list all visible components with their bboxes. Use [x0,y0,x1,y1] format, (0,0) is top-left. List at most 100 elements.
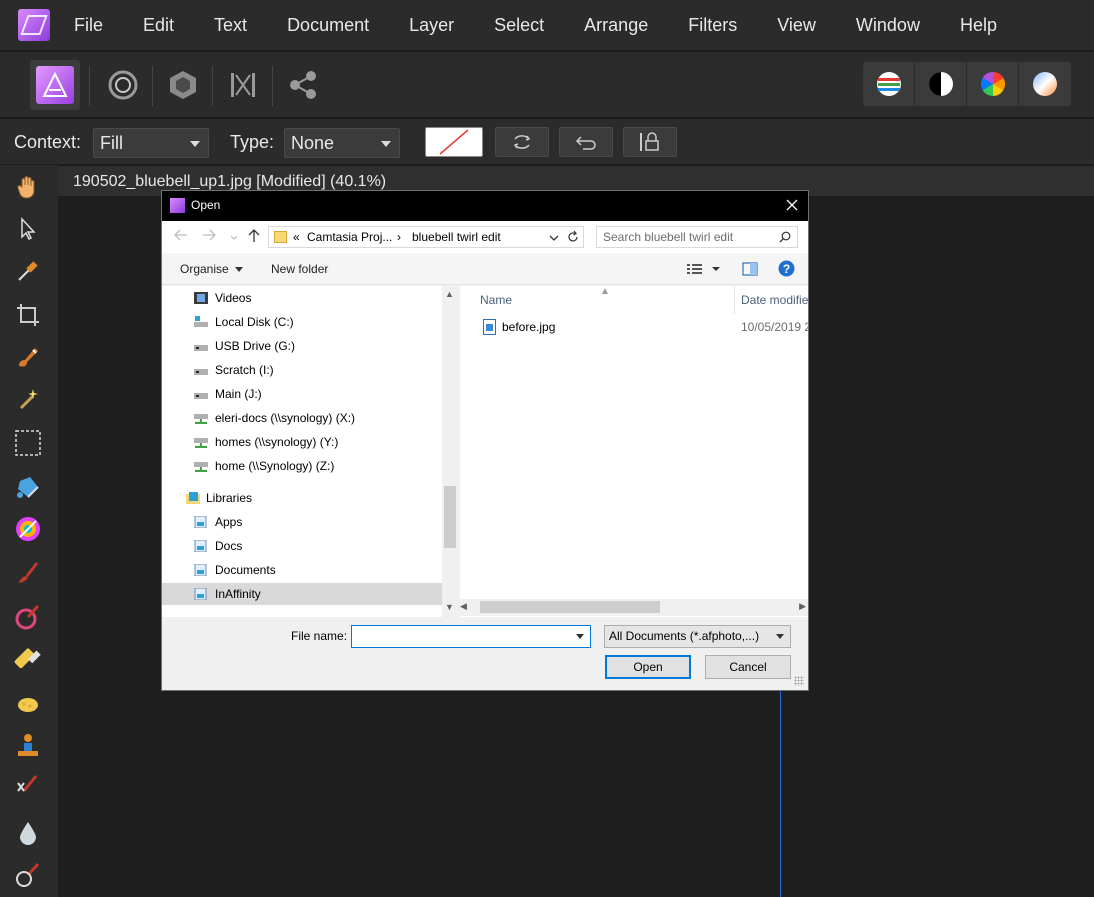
close-button[interactable] [782,195,802,215]
preview-pane-button[interactable] [742,262,758,279]
menu-arrange[interactable]: Arrange [564,0,668,50]
nav-item-main-j[interactable]: Main (J:) [162,383,442,405]
selection-brush-tool[interactable] [12,341,44,373]
help-button[interactable]: ? [778,260,795,280]
scroll-thumb[interactable] [480,601,660,613]
resize-grip[interactable] [794,676,804,686]
search-input[interactable] [603,229,773,245]
crop-tool[interactable] [12,299,44,331]
new-folder-button[interactable]: New folder [271,262,328,276]
file-list-pane[interactable]: ▲ Name Date modifie before.jpg 10/05/201… [460,286,808,617]
address-segment-bluebell[interactable]: bluebell twirl edit [412,230,501,244]
up-button[interactable] [246,229,262,245]
file-type-select[interactable]: All Documents (*.afphoto,...) [604,625,791,648]
file-list-h-scrollbar[interactable]: ◀ ▶ [460,599,808,616]
column-date-header[interactable]: Date modifie [741,286,808,314]
marquee-tool[interactable] [12,427,44,459]
open-button[interactable]: Open [605,655,691,679]
black-white-button[interactable] [915,62,967,106]
menu-document[interactable]: Document [267,0,389,50]
file-row[interactable]: before.jpg 10/05/2019 2 [460,316,808,338]
search-box[interactable] [596,226,798,248]
chevron-down-icon[interactable] [576,634,584,639]
address-bar[interactable]: « Camtasia Proj... › bluebell twirl edit [268,226,584,248]
flood-select-tool[interactable] [12,383,44,415]
photo-persona-button[interactable] [30,60,80,110]
type-select[interactable]: None [284,128,400,158]
refresh-button[interactable] [567,230,579,247]
nav-item-videos[interactable]: Videos [162,287,442,309]
move-tool[interactable] [12,213,44,245]
healing-brush-tool[interactable] [12,771,44,803]
menu-help[interactable]: Help [940,0,1017,50]
address-dropdown-button[interactable] [549,231,559,245]
nav-item-documents[interactable]: Documents [162,559,442,581]
gradient-tool[interactable] [12,513,44,545]
scroll-left-icon[interactable]: ◀ [460,601,467,612]
drive-icon [194,345,208,351]
scroll-thumb[interactable] [444,486,456,548]
fill-swatch[interactable] [425,127,483,157]
scroll-up-icon[interactable]: ▲ [445,289,454,299]
menu-select[interactable]: Select [474,0,564,50]
column-divider[interactable] [734,286,735,314]
develop-persona-button[interactable] [158,60,208,110]
smudge-tool[interactable] [12,859,44,891]
affinity-logo-icon [18,9,50,41]
levels-button[interactable] [863,62,915,106]
network-drive-icon [194,438,208,448]
color-replacement-tool[interactable] [12,601,44,633]
address-separator[interactable]: › [397,230,401,244]
cancel-button[interactable]: Cancel [705,655,791,679]
nav-item-scratch-i[interactable]: Scratch (I:) [162,359,442,381]
white-balance-button[interactable] [1019,62,1071,106]
dialog-title-bar[interactable]: Open [162,191,808,221]
view-tool[interactable] [12,171,44,203]
clone-tool[interactable] [12,729,44,761]
flood-fill-tool[interactable] [12,471,44,503]
paint-brush-tool[interactable] [12,557,44,589]
back-button[interactable] [173,229,189,245]
nav-item-eleri-docs-x[interactable]: eleri-docs (\\synology) (X:) [162,407,442,429]
menu-edit[interactable]: Edit [123,0,194,50]
menu-filters[interactable]: Filters [668,0,757,50]
export-persona-button[interactable] [278,60,328,110]
view-options-button[interactable] [686,262,722,279]
menu-text[interactable]: Text [194,0,267,50]
tone-mapping-persona-button[interactable] [218,60,268,110]
nav-item-docs[interactable]: Docs [162,535,442,557]
nav-item-apps[interactable]: Apps [162,511,442,533]
scroll-right-icon[interactable]: ▶ [799,601,806,612]
color-picker-tool[interactable] [12,255,44,287]
lock-align-button[interactable] [623,127,677,157]
menu-window[interactable]: Window [836,0,940,50]
column-name-header[interactable]: Name [480,286,512,314]
context-select[interactable]: Fill [93,128,209,158]
navigation-pane[interactable]: Videos Local Disk (C:) USB Drive (G:) Sc… [162,286,458,617]
reverse-button[interactable] [559,127,613,157]
dodge-tool[interactable] [12,687,44,719]
file-name-combobox[interactable] [351,625,591,648]
nav-item-usb-drive-g[interactable]: USB Drive (G:) [162,335,442,357]
forward-button[interactable] [201,229,217,245]
erase-tool[interactable] [12,643,44,675]
nav-pane-scrollbar[interactable]: ▲ ▼ [442,286,458,617]
scroll-down-icon[interactable]: ▼ [445,602,454,612]
nav-item-inaffinity[interactable]: InAffinity [162,583,442,605]
address-segment-camtasia[interactable]: Camtasia Proj... [307,230,392,244]
address-overflow[interactable]: « [293,230,300,244]
liquify-persona-button[interactable] [98,60,148,110]
nav-item-libraries[interactable]: Libraries [162,487,442,509]
nav-item-local-disk-c[interactable]: Local Disk (C:) [162,311,442,333]
menu-file[interactable]: File [74,0,123,50]
nav-item-homes-y[interactable]: homes (\\synology) (Y:) [162,431,442,453]
hsl-button[interactable] [967,62,1019,106]
swap-button[interactable] [495,127,549,157]
nav-item-home-z[interactable]: home (\\Synology) (Z:) [162,455,442,477]
organise-button[interactable]: Organise [180,262,243,276]
file-name-input[interactable] [355,628,565,645]
menu-view[interactable]: View [757,0,836,50]
recent-locations-button[interactable] [226,229,242,245]
blur-tool[interactable] [12,817,44,849]
menu-layer[interactable]: Layer [389,0,474,50]
